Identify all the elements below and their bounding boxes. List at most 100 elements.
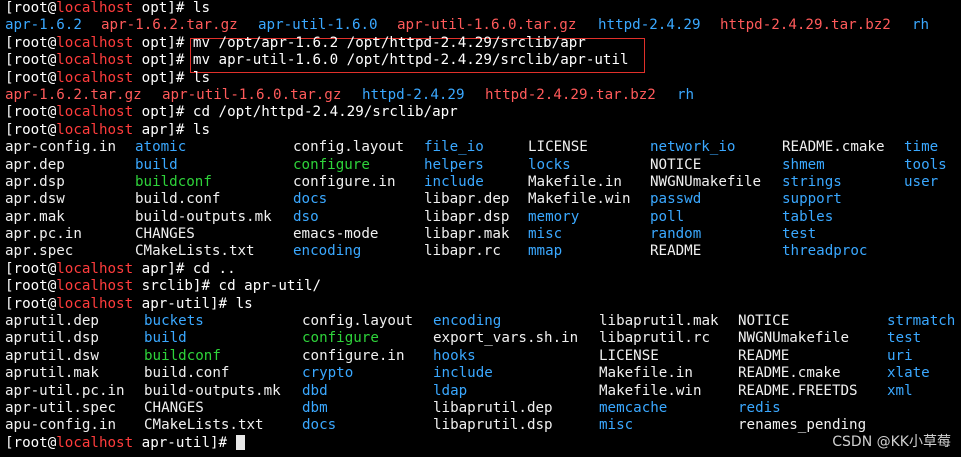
ls-entry: encoding [433,313,502,330]
ls-entry: httpd-2.4.29 [598,17,701,34]
ls-entry: apr.dsw [5,191,65,208]
ls-entry: apr-1.6.2 [5,17,82,34]
command-text: ls [192,69,211,86]
prompt-sep [133,35,142,51]
prompt-dir: apr-util [141,295,211,312]
ls-entry: include [433,365,493,382]
prompt-dir: srclib [141,278,193,295]
ls-entry: test [887,330,922,347]
prompt-line: [root@localhost apr]# ls [5,122,961,139]
ls-entry: configure.in [302,347,405,364]
ls-entry: LICENSE [528,139,588,156]
ls-output-line: apr.dsp buildconf configure.in include Makef… [5,174,961,191]
ls-entry: Makefile.in [528,173,622,190]
ls-entry: aprutil.dsp [5,330,99,347]
prompt-close: ]# [167,52,193,69]
ls-entry: mmap [528,243,563,260]
ls-entry: crypto [302,365,354,382]
ls-output-line: aprutil.dsw buildconf configure.in hooks LIC… [5,348,961,365]
prompt-line: [root@localhost opt]# ls [5,70,961,87]
prompt-line: [root@localhost apr]# cd .. [5,261,961,278]
ls-entry: apr.spec [5,243,74,260]
prompt-close: ]# [167,34,193,51]
ls-entry: dbm [302,399,328,416]
ls-entry: LICENSE [599,347,659,364]
ls-entry: libapr.rc [424,243,501,260]
prompt-dir: opt [141,104,168,121]
cursor[interactable] [235,434,245,450]
prompt-host: localhost [56,278,134,295]
prompt-host: localhost [56,0,134,16]
prompt-close: ]# [167,104,193,121]
ls-entry: ldap [433,382,468,399]
prompt-close: ]# [167,69,193,86]
ls-entry: buckets [144,313,204,330]
prompt-sep [133,122,142,138]
ls-entry: build [144,330,187,347]
ls-entry: README.FREETDS [738,382,858,399]
prompt-host: localhost [56,434,134,451]
prompt-close: ]# [167,0,193,16]
ls-entry: Makefile.win [599,382,702,399]
ls-entry: libaprutil.mak [599,313,719,330]
ls-entry: libaprutil.dep [433,399,553,416]
ls-entry: README [650,243,702,260]
ls-entry: NWGNUmakefile [738,330,850,347]
ls-entry: config.layout [293,139,405,156]
ls-entry: README.cmake [738,365,841,382]
ls-entry: README [738,347,790,364]
ls-entry: build.conf [135,191,221,208]
ls-entry: README.cmake [782,139,885,156]
prompt-host: localhost [56,104,134,121]
ls-entry: tables [782,208,834,225]
ls-entry: apr.dsp [5,173,65,190]
ls-entry: misc [528,226,563,243]
ls-entry: configure.in [293,173,396,190]
ls-entry: locks [528,156,571,173]
terminal-window[interactable]: [root@localhost opt]# ls apr-1.6.2 apr-1.6… [0,0,961,457]
ls-entry: NWGNUmakefile [650,173,762,190]
ls-entry: Makefile.win [528,191,631,208]
ls-entry: apr-util-1.6.0.tar.gz [162,86,342,103]
ls-entry: network_io [650,139,736,156]
prompt-dir: apr-util [141,434,211,451]
ls-entry: test [782,226,817,243]
ls-entry: CMakeLists.txt [144,417,264,434]
prompt-open: [root@ [5,295,57,312]
ls-entry: Makefile.in [599,365,693,382]
prompt-sep [133,0,142,16]
command-text: ls [192,121,211,138]
ls-entry: buildconf [135,173,212,190]
command-text: ls [235,295,253,312]
ls-entry: libapr.dsp [424,208,510,225]
ls-entry: libapr.dep [424,191,510,208]
prompt-sep [133,296,142,312]
ls-entry: shmem [782,156,825,173]
command-text: ls [192,0,211,16]
ls-entry: httpd-2.4.29.tar.bz2 [485,86,656,103]
ls-entry: dso [293,208,319,225]
ls-entry: hooks [433,347,476,364]
prompt-line: [root@localhost srclib]# cd apr-util/ [5,278,961,295]
ls-entry: memory [528,208,580,225]
prompt-sep [133,435,142,451]
ls-entry: aprutil.dep [5,313,99,330]
ls-entry: aprutil.mak [5,365,99,382]
command-text: cd apr-util/ [218,278,322,295]
ls-entry: tools [904,156,947,173]
ls-entry: configure [302,330,379,347]
ls-entry: apr-1.6.2.tar.gz [101,17,238,34]
ls-entry: apr.pc.in [5,226,82,243]
ls-entry: apr-config.in [5,139,117,156]
prompt-open: [root@ [5,260,57,277]
ls-entry: include [424,173,484,190]
ls-entry: strmatch [887,313,956,330]
ls-entry: misc [599,417,634,434]
ls-entry: strings [782,173,842,190]
ls-entry: poll [650,208,685,225]
prompt-dir: apr [141,260,168,277]
ls-output-line: apu-config.in CMakeLists.txt docs libapruti… [5,417,961,434]
ls-entry: libaprutil.dsp [433,417,553,434]
ls-entry: xlate [887,365,930,382]
prompt-open: [root@ [5,104,57,121]
